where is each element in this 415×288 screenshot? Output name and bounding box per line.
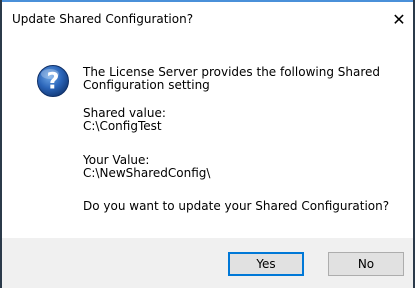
shared-value-text: C:\ConfigTest — [83, 119, 162, 133]
dialog-body: ? The License Server provides the follow… — [2, 36, 413, 238]
your-value-text: C:\NewSharedConfig\ — [83, 166, 211, 180]
close-button[interactable]: ✕ — [386, 8, 412, 32]
close-icon: ✕ — [392, 10, 406, 29]
message-line-2: Configuration setting — [83, 78, 210, 92]
title-bar[interactable]: Update Shared Configuration? ✕ — [2, 2, 413, 36]
update-shared-config-dialog: Update Shared Configuration? ✕ ? The Lic… — [0, 0, 415, 288]
question-icon: ? — [37, 65, 69, 97]
button-bar: Yes No — [2, 238, 413, 288]
yes-button[interactable]: Yes — [228, 252, 304, 276]
confirm-question: Do you want to update your Shared Config… — [83, 199, 390, 213]
svg-text:?: ? — [47, 70, 60, 95]
no-button[interactable]: No — [328, 252, 404, 276]
dialog-title: Update Shared Configuration? — [12, 12, 194, 26]
